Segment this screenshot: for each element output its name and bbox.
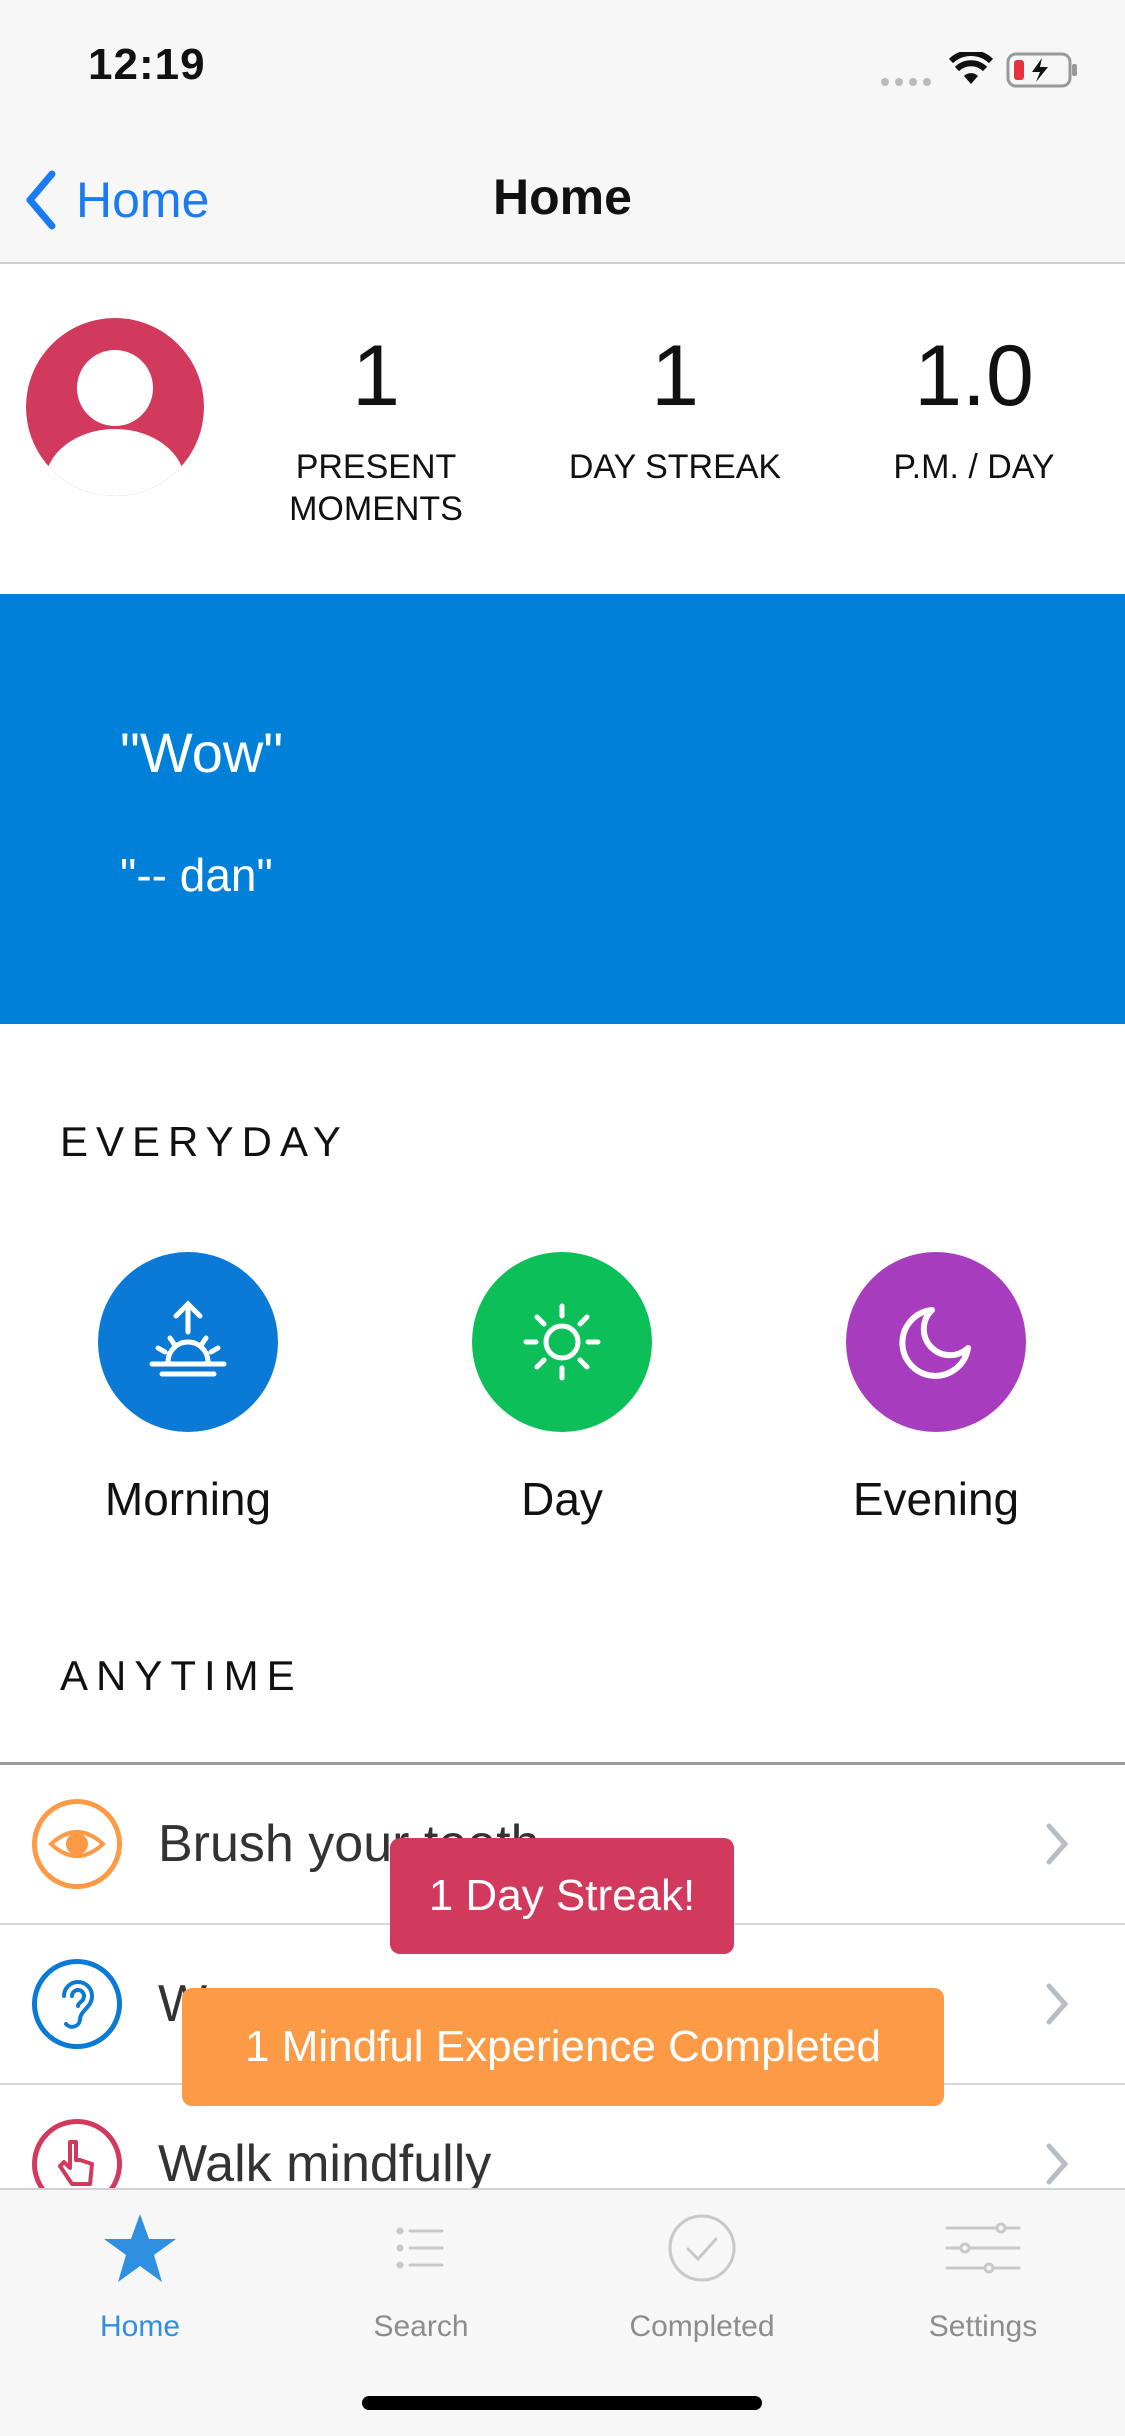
stat-label: P.M. / DAY xyxy=(893,448,1055,486)
ear-icon xyxy=(32,1959,122,2049)
tab-label: Search xyxy=(373,2310,469,2343)
status-time: 12:19 xyxy=(88,40,206,89)
everyday-evening[interactable]: Evening xyxy=(776,1252,1096,1526)
quote-text: "Wow" xyxy=(120,721,284,784)
streak-toast: 1 Day Streak! xyxy=(390,1838,734,1954)
star-icon xyxy=(0,2208,280,2288)
everyday-section-title: EVERYDAY xyxy=(60,1118,349,1165)
chevron-right-icon xyxy=(1046,1983,1069,2025)
day-streak-stat: 1 DAY STREAK xyxy=(545,330,805,488)
tab-label: Settings xyxy=(928,2310,1038,2343)
back-button[interactable]: Home xyxy=(24,160,209,240)
chevron-right-icon xyxy=(1046,2143,1069,2185)
list-item-label: Walk mindfully xyxy=(158,2135,492,2193)
pm-per-day-stat: 1.0 P.M. / DAY xyxy=(844,330,1104,488)
sliders-icon xyxy=(843,2208,1123,2288)
sunrise-icon xyxy=(98,1252,278,1432)
chevron-right-icon xyxy=(1046,1823,1069,1865)
mindful-experience-toast: 1 Mindful Experience Completed xyxy=(182,1988,944,2106)
avatar[interactable] xyxy=(26,318,204,496)
home-indicator xyxy=(362,2396,762,2410)
quote-banner xyxy=(0,594,1125,1024)
stat-value: 1 xyxy=(352,328,400,424)
checkmark-circle-icon xyxy=(562,2208,842,2288)
moon-icon xyxy=(846,1252,1026,1432)
tab-search[interactable]: Search xyxy=(281,2208,561,2344)
everyday-label: Morning xyxy=(104,1473,272,1525)
signal-icon xyxy=(880,74,934,92)
person-icon xyxy=(45,350,185,496)
tab-settings[interactable]: Settings xyxy=(843,2208,1123,2344)
list-icon xyxy=(281,2208,561,2288)
tab-home[interactable]: Home xyxy=(0,2208,280,2344)
everyday-label: Evening xyxy=(852,1473,1020,1525)
quote-author: "-- dan" xyxy=(120,849,273,901)
tab-completed[interactable]: Completed xyxy=(562,2208,842,2344)
battery-icon xyxy=(1006,52,1080,93)
chevron-left-icon xyxy=(26,170,56,230)
eye-icon xyxy=(32,1799,122,1889)
everyday-morning[interactable]: Morning xyxy=(28,1252,348,1526)
tab-label: Home xyxy=(99,2310,181,2343)
stat-value: 1 xyxy=(651,328,699,424)
stat-value: 1.0 xyxy=(914,328,1034,424)
everyday-day[interactable]: Day xyxy=(402,1252,722,1526)
back-button-label: Home xyxy=(76,172,210,228)
wifi-icon xyxy=(948,50,994,91)
sun-icon xyxy=(472,1252,652,1432)
stat-label: PRESENT MOMENTS xyxy=(289,448,463,528)
everyday-label: Day xyxy=(521,1473,603,1525)
tab-label: Completed xyxy=(629,2310,775,2343)
anytime-section-title: ANYTIME xyxy=(60,1652,303,1699)
present-moments-stat: 1 PRESENT MOMENTS xyxy=(246,330,506,530)
stat-label: DAY STREAK xyxy=(568,448,782,486)
